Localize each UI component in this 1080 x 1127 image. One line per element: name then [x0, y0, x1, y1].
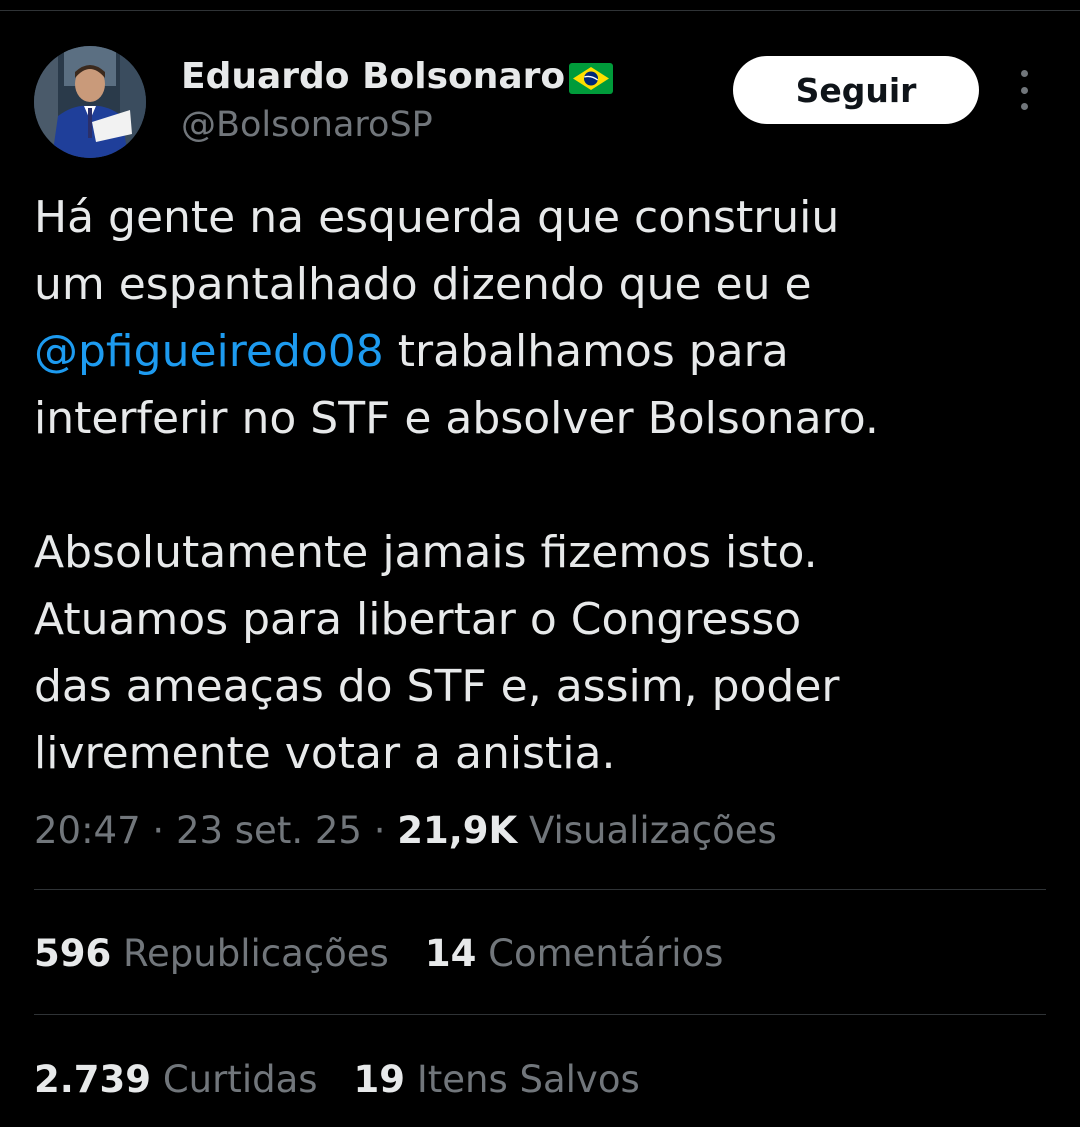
author-name-row[interactable]: Eduardo Bolsonaro	[181, 56, 614, 98]
tweet-date[interactable]: 23 set. 25	[176, 809, 362, 852]
tweet-line: Há gente na esquerda que construiu	[34, 192, 840, 243]
tweet-line: das ameaças do STF e, assim, poder	[34, 661, 840, 712]
tweet-line: Atuamos para libertar o Congresso	[34, 594, 802, 645]
reposts-stat[interactable]: 596 Republicações	[34, 931, 389, 977]
mention-link[interactable]: @pfigueiredo08	[34, 326, 384, 377]
author-name[interactable]: Eduardo Bolsonaro	[181, 56, 565, 98]
tweet-text: Há gente na esquerda que construiu um es…	[34, 184, 1044, 787]
brazil-flag-icon	[569, 62, 614, 94]
more-vertical-icon[interactable]	[1006, 70, 1042, 110]
views-count: 21,9K	[397, 809, 518, 852]
stats-row: 2.739 Curtidas 19 Itens Salvos	[34, 1057, 640, 1103]
tweet-line: interferir no STF e absolver Bolsonaro.	[34, 393, 879, 444]
divider	[34, 889, 1046, 890]
avatar[interactable]	[34, 46, 146, 158]
tweet-time[interactable]: 20:47	[34, 809, 141, 852]
views-label: Visualizações	[517, 809, 777, 852]
tweet-line: Absolutamente jamais fizemos isto.	[34, 527, 818, 578]
tweet-line: @pfigueiredo08 trabalhamos para	[34, 326, 789, 377]
author-handle[interactable]: @BolsonaroSP	[181, 104, 433, 146]
likes-stat[interactable]: 2.739 Curtidas	[34, 1057, 318, 1103]
bookmarks-stat[interactable]: 19 Itens Salvos	[354, 1057, 640, 1103]
tweet-meta: 20:47 · 23 set. 25 · 21,9K Visualizações	[34, 809, 777, 852]
top-divider	[0, 10, 1080, 11]
tweet-line: livremente votar a anistia.	[34, 728, 616, 779]
stats-row: 596 Republicações 14 Comentários	[34, 931, 723, 977]
follow-button[interactable]: Seguir	[733, 56, 979, 124]
divider	[34, 1014, 1046, 1015]
comments-stat[interactable]: 14 Comentários	[425, 931, 724, 977]
tweet-line: um espantalhado dizendo que eu e	[34, 259, 812, 310]
avatar-photo	[34, 46, 146, 158]
